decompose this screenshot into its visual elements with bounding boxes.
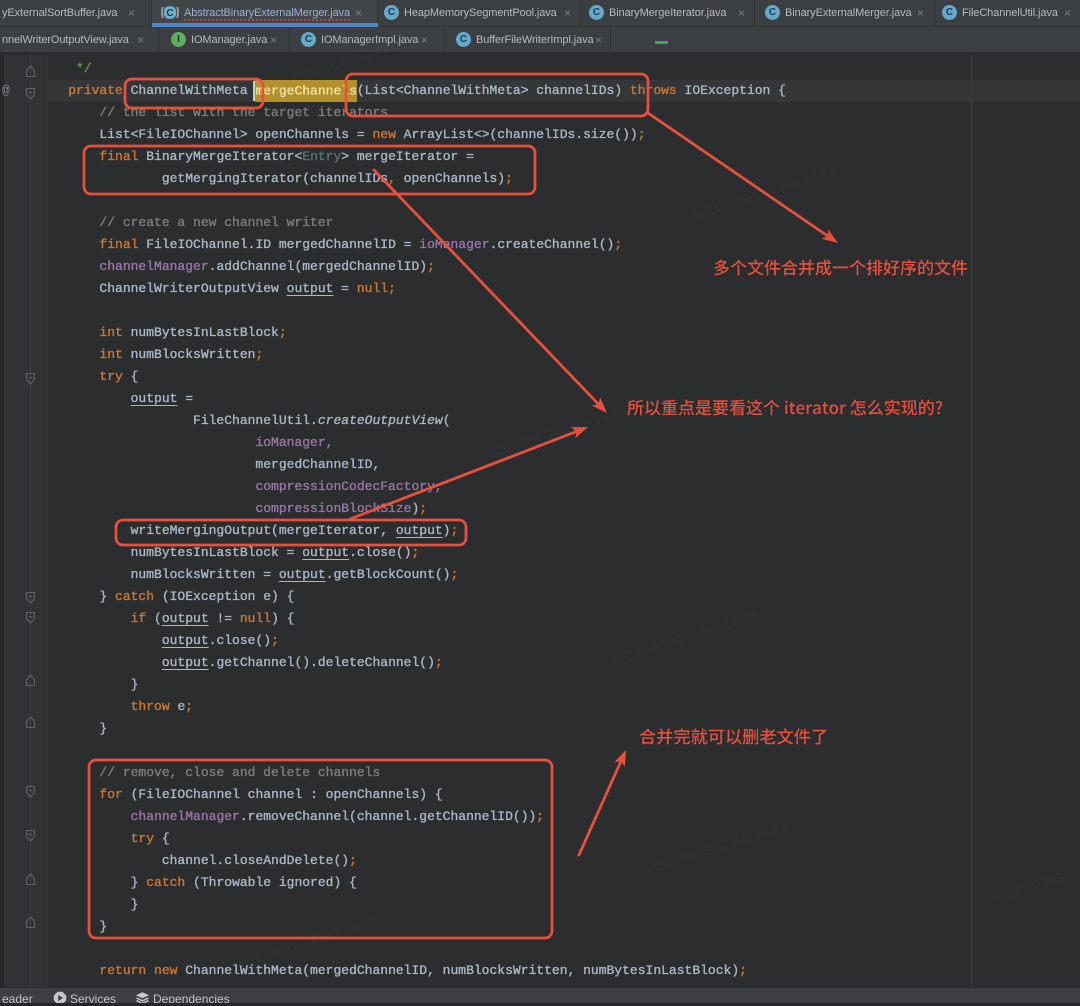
svg-text:C: C	[166, 8, 173, 19]
